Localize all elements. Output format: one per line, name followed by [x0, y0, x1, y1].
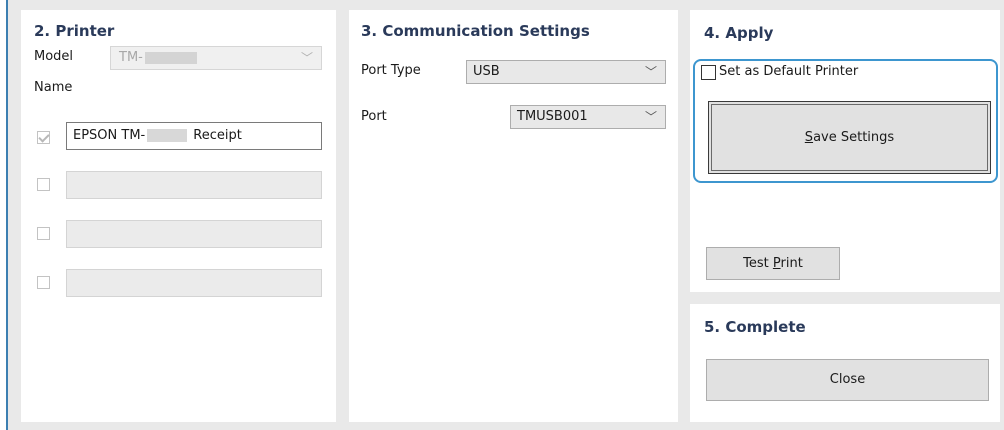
name-field-1[interactable]: EPSON TM- Receipt	[66, 122, 322, 150]
default-printer-checkbox[interactable]	[701, 65, 716, 80]
name-field-4[interactable]	[66, 269, 322, 297]
model-label: Model	[34, 49, 74, 64]
port-type-label: Port Type	[361, 63, 421, 78]
model-select[interactable]: TM- ﹀	[110, 46, 322, 70]
port-type-select[interactable]: USB ﹀	[466, 60, 666, 84]
test-print-prefix: Test	[743, 256, 773, 271]
save-settings-mnemonic: S	[804, 130, 814, 145]
complete-panel-title: 5. Complete	[704, 318, 806, 336]
test-print-button[interactable]: Test Print	[706, 247, 840, 280]
printer-panel-title: 2. Printer	[34, 22, 115, 40]
window-left-edge	[0, 0, 8, 430]
communication-panel-title: 3. Communication Settings	[361, 22, 590, 40]
redacted-block	[147, 129, 188, 142]
name-checkbox-1[interactable]	[37, 131, 50, 144]
chevron-down-icon: ﹀	[300, 51, 313, 65]
chevron-down-icon: ﹀	[644, 65, 657, 79]
test-print-mnemonic: P	[772, 256, 781, 271]
save-settings-label: ave Settings	[813, 130, 895, 145]
save-settings-button[interactable]: Save Settings	[708, 101, 991, 174]
name-field-2[interactable]	[66, 171, 322, 199]
close-button[interactable]: Close	[706, 359, 989, 401]
name-label: Name	[34, 80, 73, 95]
default-printer-label[interactable]: Set as Default Printer	[719, 64, 858, 79]
apply-panel-title: 4. Apply	[704, 24, 774, 42]
name-field-1-suffix: Receipt	[193, 128, 242, 143]
printer-panel	[21, 10, 336, 422]
port-label: Port	[361, 109, 387, 124]
redacted-block	[144, 51, 197, 64]
name-checkbox-2[interactable]	[37, 178, 50, 191]
name-field-1-prefix: EPSON TM-	[73, 128, 146, 143]
test-print-rest: rint	[780, 256, 803, 271]
name-field-3[interactable]	[66, 220, 322, 248]
name-checkbox-4[interactable]	[37, 276, 50, 289]
chevron-down-icon: ﹀	[644, 110, 657, 124]
port-select[interactable]: TMUSB001 ﹀	[510, 105, 666, 129]
port-value: TMUSB001	[517, 109, 588, 124]
name-checkbox-3[interactable]	[37, 227, 50, 240]
model-value: TM-	[119, 50, 143, 65]
port-type-value: USB	[473, 64, 500, 79]
